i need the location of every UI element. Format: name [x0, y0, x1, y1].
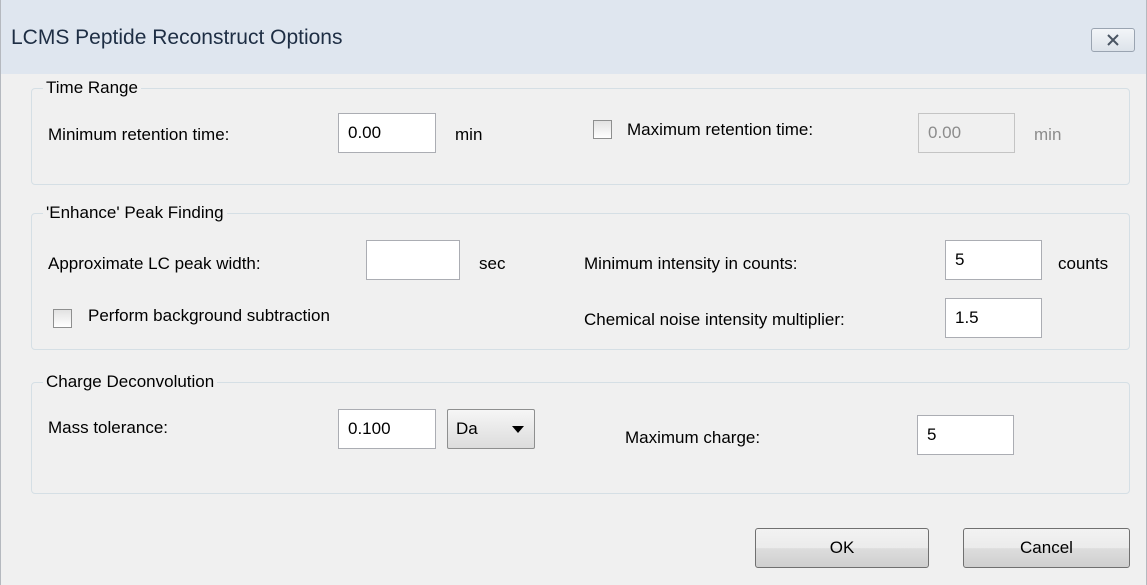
max-retention-time-label: Maximum retention time: — [627, 120, 814, 139]
noise-multiplier-input[interactable] — [945, 298, 1042, 338]
close-icon — [1107, 34, 1119, 46]
noise-multiplier-label: Chemical noise intensity multiplier: — [584, 310, 845, 329]
cancel-button[interactable]: Cancel — [963, 528, 1130, 568]
chevron-down-icon — [512, 426, 524, 433]
peak-width-unit: sec — [479, 254, 506, 273]
max-retention-time-unit: min — [1034, 125, 1062, 144]
min-intensity-label: Minimum intensity in counts: — [584, 254, 798, 273]
max-charge-label: Maximum charge: — [625, 428, 761, 447]
peak-width-input[interactable] — [366, 240, 460, 280]
charge-deconvolution-group-label: Charge Deconvolution — [43, 372, 218, 392]
mass-tolerance-label: Mass tolerance: — [48, 418, 168, 437]
mass-tolerance-unit-dropdown[interactable]: Da — [447, 409, 535, 449]
background-subtraction-checkbox[interactable] — [53, 309, 72, 328]
mass-tolerance-input[interactable] — [338, 409, 436, 449]
dialog-title: LCMS Peptide Reconstruct Options — [11, 26, 343, 49]
min-retention-time-input[interactable] — [338, 113, 436, 153]
peak-width-label: Approximate LC peak width: — [48, 254, 261, 273]
max-charge-input[interactable] — [917, 415, 1014, 455]
enhance-peak-finding-group-label: 'Enhance' Peak Finding — [43, 203, 227, 223]
title-bar: LCMS Peptide Reconstruct Options — [1, 0, 1146, 74]
min-retention-time-unit: min — [455, 125, 483, 144]
background-subtraction-label: Perform background subtraction — [88, 306, 330, 325]
mass-tolerance-unit-value: Da — [456, 419, 478, 438]
min-intensity-input[interactable] — [945, 240, 1042, 280]
dialog-window: LCMS Peptide Reconstruct Options Time Ra… — [0, 0, 1147, 585]
time-range-group-label: Time Range — [43, 78, 141, 98]
min-intensity-unit: counts — [1058, 254, 1109, 273]
ok-button[interactable]: OK — [755, 528, 929, 568]
max-retention-time-input[interactable] — [918, 113, 1015, 153]
min-retention-time-label: Minimum retention time: — [48, 125, 230, 144]
max-retention-time-checkbox[interactable] — [593, 120, 612, 139]
close-button[interactable] — [1091, 28, 1135, 52]
